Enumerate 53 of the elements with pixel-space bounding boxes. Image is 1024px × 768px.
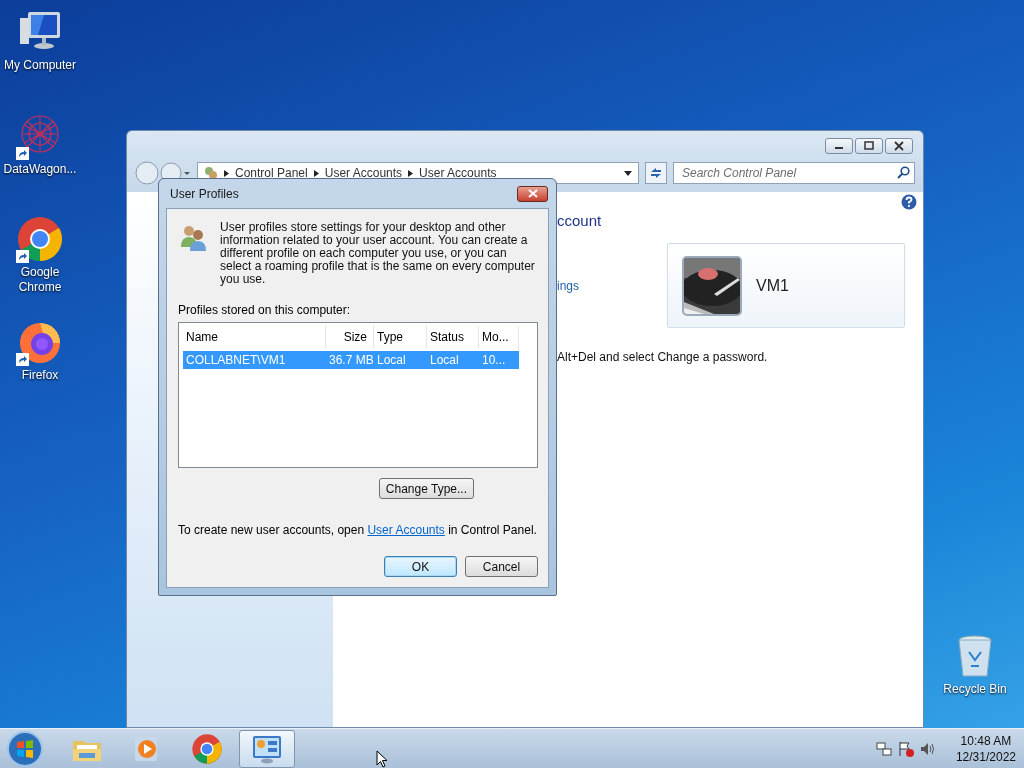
dropdown-arrow-icon[interactable]	[624, 170, 632, 176]
change-type-button[interactable]: Change Type...	[378, 478, 474, 499]
close-icon	[527, 189, 538, 198]
clock-time: 10:48 AM	[960, 733, 1012, 749]
maximize-icon	[863, 141, 875, 151]
column-header[interactable]: Name	[183, 326, 326, 349]
password-hint-text: Alt+Del and select Change a password.	[557, 350, 769, 364]
refresh-button[interactable]	[645, 162, 667, 184]
breadcrumb-item[interactable]: User Accounts	[324, 166, 403, 180]
breadcrumb-arrow-icon[interactable]	[408, 169, 414, 177]
flag-icon[interactable]	[897, 741, 914, 757]
search-field[interactable]: Search Control Panel	[673, 162, 915, 184]
dialog-title: User Profiles	[170, 186, 240, 201]
desktop-icon-label[interactable]: Google Chrome	[1, 265, 79, 295]
clock[interactable]: 10:48 AM 12/31/2022	[955, 733, 1016, 765]
search-icon[interactable]	[897, 166, 910, 179]
minimize-button[interactable]	[825, 138, 853, 154]
page-heading: ccount	[557, 212, 603, 229]
footer-text: To create new user accounts, open User Accounts in Control Panel.	[178, 523, 538, 537]
close-button[interactable]	[885, 138, 913, 154]
start-button[interactable]	[5, 729, 45, 768]
user-accounts-link[interactable]: User Accounts	[367, 523, 445, 537]
column-header[interactable]: Type	[374, 326, 427, 349]
help-icon[interactable]	[901, 194, 917, 210]
taskbar-button[interactable]	[239, 730, 295, 768]
account-name: VM1	[756, 276, 789, 295]
column-header[interactable]: Status	[427, 326, 479, 349]
speaker-icon[interactable]	[919, 741, 936, 757]
desktop-icon-label[interactable]: My Computer	[1, 58, 79, 73]
mouse-cursor-icon	[376, 750, 388, 768]
account-card[interactable]: VM1	[667, 243, 905, 328]
column-header[interactable]: Mo...	[479, 326, 519, 349]
breadcrumb-item[interactable]: Control Panel	[235, 166, 308, 180]
ok-button[interactable]: OK	[384, 556, 457, 577]
chrome-icon	[16, 215, 64, 263]
desktop-icon-label[interactable]: Firefox	[1, 368, 79, 383]
network-icon[interactable]	[875, 741, 892, 757]
description-text: User profiles store settings for your desktop and other information related to your user account. You can create a different profile on each computer you use, or you can select a roaming profile that is the same on every computer you use.	[220, 221, 536, 286]
close-icon	[893, 141, 905, 151]
desktop-icon-label[interactable]: DataWagon...	[1, 162, 79, 177]
list-label: Profiles stored on this computer:	[178, 303, 352, 317]
column-header[interactable]: Size	[326, 326, 374, 349]
chrome-icon	[191, 733, 223, 765]
breadcrumb-arrow-icon[interactable]	[313, 169, 319, 177]
breadcrumb-item[interactable]: User Accounts	[419, 166, 497, 180]
breadcrumb-arrow-icon[interactable]	[224, 169, 229, 177]
back-forward-buttons[interactable]	[135, 161, 191, 185]
cancel-button[interactable]: Cancel	[465, 556, 538, 577]
maximize-button[interactable]	[855, 138, 883, 154]
settings-link[interactable]: ings	[557, 278, 667, 293]
clock-date: 12/31/2022	[955, 749, 1016, 765]
refresh-icon	[649, 166, 663, 180]
close-button[interactable]	[517, 185, 548, 202]
